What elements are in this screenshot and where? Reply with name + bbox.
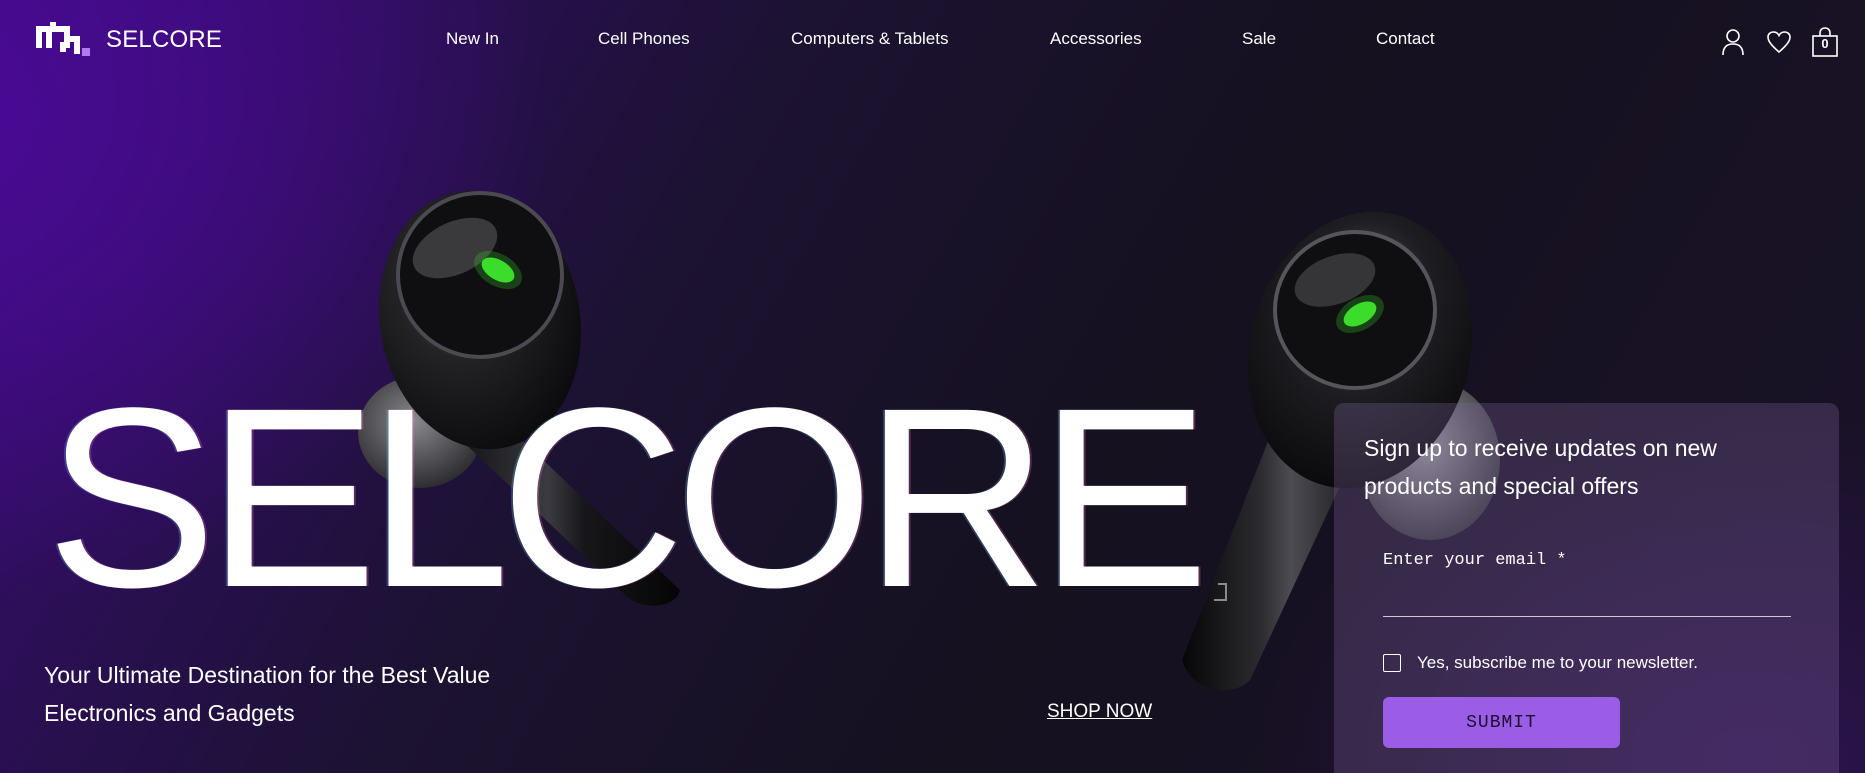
hero-page: SELCORE New In Cell Phones Computers & T… — [0, 0, 1865, 773]
user-icon — [1722, 29, 1744, 56]
email-input[interactable] — [1383, 581, 1791, 617]
email-field-label: Enter your email * — [1383, 551, 1567, 570]
account-button[interactable] — [1719, 26, 1747, 58]
nav-item-sale[interactable]: Sale — [1242, 29, 1276, 49]
main-nav: New In Cell Phones Computers & Tablets A… — [0, 29, 1865, 53]
subscribe-checkbox[interactable] — [1383, 654, 1401, 672]
nav-item-cell-phones[interactable]: Cell Phones — [598, 29, 690, 49]
hero-title: SELCORE — [46, 355, 1209, 641]
subscribe-checkbox-label: Yes, subscribe me to your newsletter. — [1417, 653, 1698, 672]
shop-now-link[interactable]: SHOP NOW — [1047, 701, 1152, 723]
nav-item-accessories[interactable]: Accessories — [1050, 29, 1142, 49]
site-header: SELCORE New In Cell Phones Computers & T… — [0, 0, 1865, 80]
hero-tagline: Your Ultimate Destination for the Best V… — [44, 662, 491, 726]
header-actions: 0 — [1719, 26, 1839, 58]
nav-item-contact[interactable]: Contact — [1376, 29, 1435, 49]
heart-icon — [1767, 31, 1791, 54]
subscribe-checkbox-row[interactable]: Yes, subscribe me to your newsletter. — [1383, 653, 1698, 673]
nav-item-computers-tablets[interactable]: Computers & Tablets — [791, 29, 948, 49]
cart-count-badge: 0 — [1821, 36, 1829, 51]
nav-item-new-in[interactable]: New In — [446, 29, 499, 49]
wishlist-button[interactable] — [1765, 26, 1793, 58]
newsletter-signup-panel: Sign up to receive updates on new produc… — [1334, 403, 1839, 773]
cart-button[interactable]: 0 — [1811, 26, 1839, 58]
signup-heading: Sign up to receive updates on new produc… — [1364, 435, 1717, 499]
submit-button[interactable]: SUBMIT — [1383, 697, 1620, 748]
